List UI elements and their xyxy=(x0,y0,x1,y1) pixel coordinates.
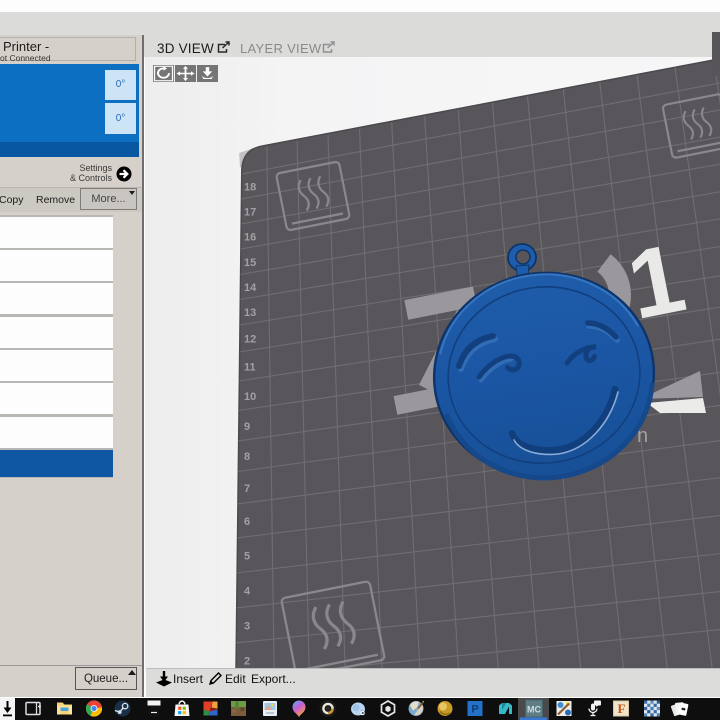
svg-text:P: P xyxy=(471,704,478,716)
svg-text:MC: MC xyxy=(527,704,541,714)
svg-text:F: F xyxy=(618,701,626,716)
